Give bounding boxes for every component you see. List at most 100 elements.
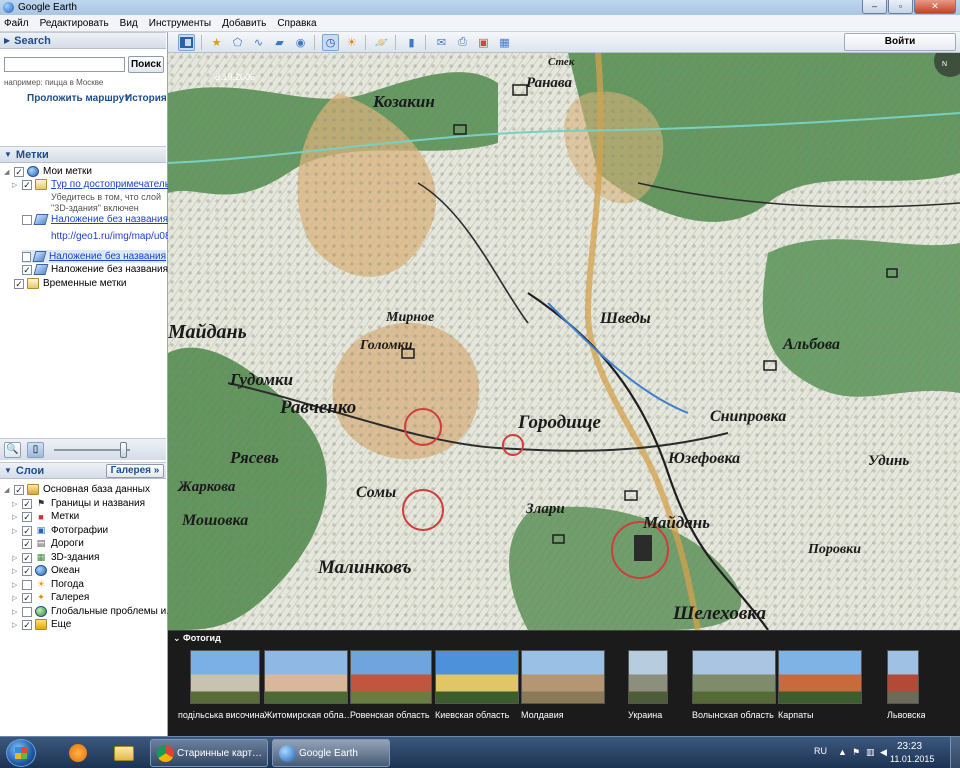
- close-button[interactable]: ✕: [914, 0, 956, 14]
- expand-arrow-icon[interactable]: ▷: [12, 567, 20, 575]
- sidebar-toggle-icon[interactable]: [178, 34, 195, 51]
- checkbox[interactable]: [22, 565, 32, 576]
- expand-arrow-icon[interactable]: ▷: [12, 621, 20, 629]
- expand-arrow-icon[interactable]: ▷: [12, 181, 20, 189]
- search-places-icon[interactable]: 🔍: [4, 442, 21, 458]
- opacity-slider-track[interactable]: [54, 449, 130, 451]
- photo-thumbnail[interactable]: [521, 650, 605, 704]
- taskbar-button-google-earth[interactable]: Google Earth: [272, 739, 390, 767]
- menu-view[interactable]: Вид: [120, 18, 138, 29]
- menu-edit[interactable]: Редактировать: [40, 18, 109, 29]
- layer-item-3d-buildings[interactable]: ▷ ▦ 3D-здания: [12, 551, 99, 564]
- photo-thumbnail[interactable]: [628, 650, 668, 704]
- checkbox[interactable]: [22, 619, 32, 630]
- layer-item-global-awareness[interactable]: ▷ Глобальные проблемы и…: [12, 605, 176, 618]
- show-desktop-button[interactable]: [950, 737, 960, 768]
- photo-caption[interactable]: Киевская область: [435, 710, 525, 720]
- get-directions-link[interactable]: Проложить маршрут: [27, 93, 129, 104]
- maximize-button[interactable]: ▫: [888, 0, 913, 14]
- checkbox[interactable]: [22, 251, 32, 262]
- expand-arrow-icon[interactable]: ▷: [12, 500, 20, 508]
- menu-tools[interactable]: Инструменты: [149, 18, 211, 29]
- checkbox[interactable]: [22, 525, 32, 536]
- map-canvas[interactable]: Козакин Ранава Стек Майдань Мирное Голом…: [168, 53, 960, 630]
- photo-thumbnail[interactable]: [887, 650, 919, 704]
- layer-item-ocean[interactable]: ▷ Океан: [12, 564, 80, 577]
- start-button[interactable]: [6, 739, 36, 767]
- record-tour-icon[interactable]: ◉: [292, 34, 309, 51]
- clock-time[interactable]: 23:23: [897, 741, 922, 752]
- photo-thumbnail[interactable]: [435, 650, 519, 704]
- photo-tour-header[interactable]: ⌄ Фотогид: [173, 633, 221, 644]
- expand-arrow-icon[interactable]: ▷: [12, 594, 20, 602]
- clock-date[interactable]: 11.01.2015: [890, 754, 934, 764]
- sunlight-icon[interactable]: ☀: [343, 34, 360, 51]
- collapse-arrow-icon[interactable]: ◢: [4, 168, 12, 176]
- ruler-icon[interactable]: ▮: [403, 34, 420, 51]
- taskbar-button-chrome[interactable]: Старинные карт…: [150, 739, 268, 767]
- opacity-slider-handle[interactable]: [120, 442, 127, 458]
- volume-icon[interactable]: ◀: [880, 747, 890, 757]
- photo-caption[interactable]: подільська височина: [178, 710, 268, 720]
- layer-item-weather[interactable]: ▷ ☀ Погода: [12, 578, 84, 591]
- places-item-label[interactable]: Тур по достопримечательн: [51, 179, 175, 190]
- placemark-icon[interactable]: ★: [208, 34, 225, 51]
- show-hidden-icons-icon[interactable]: ▲: [838, 747, 848, 757]
- places-item-my-places[interactable]: ◢ Мои метки: [4, 165, 92, 178]
- photo-caption[interactable]: Карпаты: [778, 710, 868, 720]
- expand-arrow-icon[interactable]: ▷: [12, 527, 20, 535]
- places-item-temporary[interactable]: Временные метки: [14, 277, 126, 290]
- places-item-label[interactable]: Наложение без названия: [51, 214, 168, 225]
- layers-panel-header[interactable]: ▼ Слои Галерея »: [0, 462, 166, 479]
- expand-arrow-icon[interactable]: ▷: [12, 554, 20, 562]
- checkbox[interactable]: [22, 498, 32, 509]
- save-image-icon[interactable]: ▣: [475, 34, 492, 51]
- photo-caption[interactable]: Ровенская область: [350, 710, 438, 720]
- checkbox[interactable]: [22, 214, 32, 225]
- search-input[interactable]: [4, 57, 125, 72]
- layer-item-more[interactable]: ▷ Еще: [12, 618, 71, 631]
- layer-item-primary-database[interactable]: ◢ Основная база данных: [4, 483, 150, 496]
- path-icon[interactable]: ∿: [250, 34, 267, 51]
- places-item-overlay-2[interactable]: Наложение без названия: [22, 250, 166, 263]
- places-panel-header[interactable]: ▼ Метки: [0, 146, 166, 163]
- action-center-icon[interactable]: ⚑: [852, 747, 862, 757]
- checkbox[interactable]: [14, 166, 24, 177]
- print-icon[interactable]: ⎙: [454, 34, 471, 51]
- language-indicator[interactable]: RU: [814, 746, 827, 756]
- places-item-tour[interactable]: ▷ Тур по достопримечательн: [12, 178, 175, 191]
- gallery-button[interactable]: Галерея »: [106, 464, 164, 478]
- collapse-chevron-icon[interactable]: ⌄: [173, 633, 183, 643]
- panel-toggle-icon[interactable]: ▯: [27, 442, 44, 458]
- layer-item-photos[interactable]: ▷ ▣ Фотографии: [12, 524, 108, 537]
- photo-thumbnail[interactable]: [350, 650, 432, 704]
- planets-icon[interactable]: 🪐: [373, 34, 390, 51]
- checkbox[interactable]: [14, 484, 24, 495]
- photo-thumbnail[interactable]: [778, 650, 862, 704]
- search-button[interactable]: Поиск: [128, 56, 164, 73]
- collapse-arrow-icon[interactable]: ◢: [4, 486, 12, 494]
- checkbox[interactable]: [14, 278, 24, 289]
- search-panel-header[interactable]: ▶ Search: [0, 32, 166, 49]
- places-item-overlay-1[interactable]: Наложение без названия: [22, 213, 168, 226]
- polygon-icon[interactable]: ⬠: [229, 34, 246, 51]
- layer-item-places[interactable]: ▷ ■ Метки: [12, 510, 79, 523]
- menu-help[interactable]: Справка: [277, 18, 316, 29]
- menu-add[interactable]: Добавить: [222, 18, 266, 29]
- expand-arrow-icon[interactable]: ▷: [12, 608, 20, 616]
- email-icon[interactable]: ✉: [433, 34, 450, 51]
- photo-caption[interactable]: Житомирская обла…: [264, 710, 354, 720]
- expand-arrow-icon[interactable]: ▷: [12, 513, 20, 521]
- checkbox[interactable]: [22, 579, 32, 590]
- expand-arrow-icon[interactable]: ▷: [12, 581, 20, 589]
- map-viewport[interactable]: Козакин Ранава Стек Майдань Мирное Голом…: [168, 53, 960, 630]
- photo-caption[interactable]: Львовская обла: [887, 710, 925, 720]
- photo-caption[interactable]: Волынская область: [692, 710, 782, 720]
- photo-thumbnail[interactable]: [190, 650, 260, 704]
- history-link[interactable]: История: [125, 93, 167, 104]
- layer-item-borders[interactable]: ▷ ⚑ Границы и названия: [12, 497, 145, 510]
- media-player-icon[interactable]: [58, 740, 98, 766]
- checkbox[interactable]: [22, 552, 32, 563]
- photo-thumbnail[interactable]: [692, 650, 776, 704]
- checkbox[interactable]: [22, 606, 32, 617]
